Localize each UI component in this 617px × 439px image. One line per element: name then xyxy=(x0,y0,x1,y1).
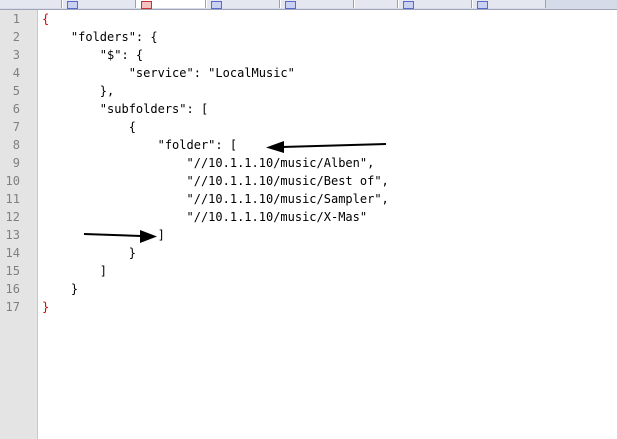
file-icon xyxy=(211,1,222,9)
line-number: 14 xyxy=(5,246,20,260)
line-number: 6 xyxy=(12,102,20,116)
tab-8[interactable] xyxy=(472,0,546,9)
code-line[interactable]: "folders": { xyxy=(42,28,158,46)
code-line[interactable]: "$": { xyxy=(42,46,143,64)
line-number: 15 xyxy=(5,264,20,278)
line-number: 9 xyxy=(12,156,20,170)
code-line[interactable]: ] xyxy=(42,226,165,244)
file-icon xyxy=(285,1,296,9)
line-number: 7 xyxy=(12,120,20,134)
line-number: 5 xyxy=(12,84,20,98)
tab-2[interactable] xyxy=(62,0,136,9)
file-icon xyxy=(403,1,414,9)
tab-1[interactable] xyxy=(0,0,62,8)
line-number: 16 xyxy=(5,282,20,296)
line-number: 12 xyxy=(5,210,20,224)
line-number: 8 xyxy=(12,138,20,152)
tab-4[interactable] xyxy=(206,0,280,9)
line-number: 1 xyxy=(12,12,20,26)
code-line[interactable]: "//10.1.1.10/music/Alben", xyxy=(42,154,374,172)
tab-3[interactable] xyxy=(136,0,206,9)
code-line[interactable]: } xyxy=(42,298,49,316)
file-icon xyxy=(141,1,152,9)
line-number: 10 xyxy=(5,174,20,188)
tab-5[interactable] xyxy=(280,0,354,9)
code-line[interactable]: }, xyxy=(42,82,114,100)
code-line[interactable]: { xyxy=(42,118,136,136)
line-number: 3 xyxy=(12,48,20,62)
code-area[interactable]: { "folders": { "$": { "service": "LocalM… xyxy=(38,10,617,439)
tab-strip xyxy=(0,0,617,10)
line-number: 13 xyxy=(5,228,20,242)
file-icon xyxy=(67,1,78,9)
code-line[interactable]: "folder": [ xyxy=(42,136,237,154)
line-number: 11 xyxy=(5,192,20,206)
code-line[interactable]: "//10.1.1.10/music/Best of", xyxy=(42,172,388,190)
text-editor-window: 1 2 3 4 5 6 7 8 9 10 11 12 13 14 15 16 17 { "folders": {… xyxy=(0,0,617,439)
code-line[interactable]: "service": "LocalMusic" xyxy=(42,64,295,82)
line-number: 2 xyxy=(12,30,20,44)
tab-7[interactable] xyxy=(398,0,472,9)
line-number: 4 xyxy=(12,66,20,80)
code-line[interactable]: "//10.1.1.10/music/X-Mas" xyxy=(42,208,367,226)
code-line[interactable]: } xyxy=(42,280,78,298)
line-number: 17 xyxy=(5,300,20,314)
code-line[interactable]: "subfolders": [ xyxy=(42,100,208,118)
code-line[interactable]: "//10.1.1.10/music/Sampler", xyxy=(42,190,388,208)
file-icon xyxy=(477,1,488,9)
tab-6[interactable] xyxy=(354,0,398,8)
code-line[interactable]: } xyxy=(42,244,136,262)
code-line[interactable]: ] xyxy=(42,262,107,280)
code-line[interactable]: { xyxy=(42,10,49,28)
